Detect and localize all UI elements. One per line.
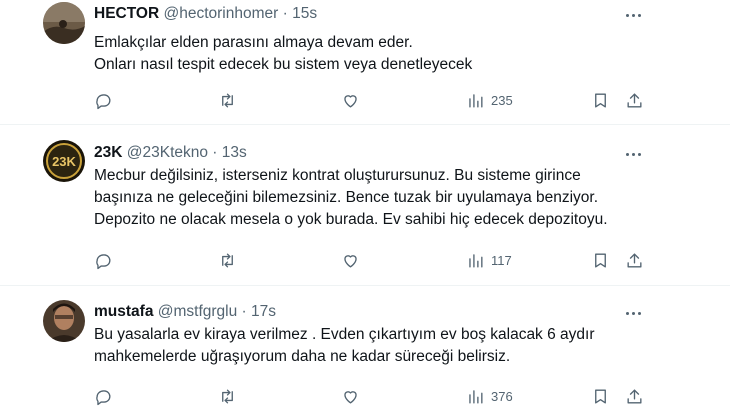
tweet-actions: 235 [90,88,650,112]
tweet-text: Bu yasalarla ev kiraya verilmez . Evden … [94,324,595,368]
bookmark-icon [595,252,606,268]
more-icon[interactable] [622,305,644,321]
more-icon[interactable] [622,7,644,23]
share-button[interactable] [625,384,644,408]
separator-dot: · [282,5,288,22]
share-button[interactable] [625,248,644,272]
share-button[interactable] [625,88,644,112]
retweet-icon [222,92,233,108]
retweet-button[interactable] [218,384,237,408]
views-icon [469,389,483,404]
timestamp[interactable]: 17s [251,303,276,320]
retweet-button[interactable] [218,88,237,112]
author-handle[interactable]: @23Ktekno [127,144,208,161]
avatar[interactable] [43,2,85,44]
tweet-actions: 117 [90,248,650,272]
author-name[interactable]: 23K [94,144,122,161]
tweet-header: mustafa @mstfgrglu · 17s [94,303,276,321]
tweet-actions: 376 [90,384,650,408]
tweet-text-line: Bu yasalarla ev kiraya verilmez . Evden … [94,326,595,343]
bookmark-icon [595,92,606,108]
bookmark-button[interactable] [591,248,610,272]
views-icon [469,93,483,108]
author-name[interactable]: HECTOR [94,5,159,22]
bookmark-icon [595,388,606,404]
tweet-text-line: Mecbur değilsiniz, isterseniz kontrat ol… [94,167,581,184]
views-icon [469,253,483,268]
share-icon [627,252,642,268]
author-name[interactable]: mustafa [94,303,153,320]
like-button[interactable] [341,88,360,112]
heart-icon [344,390,357,404]
timestamp[interactable]: 13s [222,144,247,161]
share-icon [627,92,642,108]
tweet-3[interactable]: mustafa @mstfgrglu · 17s Bu yasalarla ev… [0,286,730,420]
tweet-1[interactable]: HECTOR @hectorinhomer · 15s Emlakçılar e… [0,0,730,124]
separator-dot: · [212,144,218,161]
view-count: 235 [491,92,513,108]
reply-icon [96,389,111,405]
reply-icon [96,253,111,269]
tweet-text-line: mahkemelerde uğraşıyorum daha ne kadar s… [94,348,511,365]
svg-text:23K: 23K [52,154,76,169]
views-button[interactable]: 235 [466,88,513,112]
view-count: 117 [491,252,512,268]
tweet-text-line: başınıza ne geleceğini bilemezsiniz. Ben… [94,189,599,206]
heart-icon [344,94,357,108]
tweet-feed: HECTOR @hectorinhomer · 15s Emlakçılar e… [0,0,730,420]
share-icon [627,388,642,404]
heart-icon [344,254,357,268]
like-button[interactable] [341,248,360,272]
views-button[interactable]: 117 [466,248,512,272]
tweet-header: HECTOR @hectorinhomer · 15s [94,5,317,23]
reply-button[interactable] [94,384,113,408]
retweet-icon [222,252,233,268]
views-button[interactable]: 376 [466,384,513,408]
avatar[interactable] [43,300,85,342]
like-button[interactable] [341,384,360,408]
timestamp[interactable]: 15s [292,5,317,22]
avatar[interactable]: 23K [43,140,85,182]
separator-dot: · [241,303,247,320]
reply-icon [96,93,111,109]
tweet-text-line: Onları nasıl tespit edecek bu sistem vey… [94,56,473,73]
tweet-2[interactable]: 23K 23K @23Ktekno · 13s Mecbur değilsini… [0,125,730,285]
more-icon[interactable] [622,146,644,162]
view-count: 376 [491,388,513,404]
author-handle[interactable]: @hectorinhomer [163,5,278,22]
retweet-icon [222,388,233,404]
retweet-button[interactable] [218,248,237,272]
tweet-text: Mecbur değilsiniz, isterseniz kontrat ol… [94,165,608,231]
tweet-text: Emlakçılar elden parasını almaya devam e… [94,32,472,76]
bookmark-button[interactable] [591,384,610,408]
author-handle[interactable]: @mstfgrglu [158,303,237,320]
reply-button[interactable] [94,248,113,272]
tweet-text-line: Emlakçılar elden parasını almaya devam e… [94,34,413,51]
tweet-header: 23K @23Ktekno · 13s [94,144,247,162]
tweet-text-line: Depozito ne olacak mesela o yok burada. … [94,211,608,228]
reply-button[interactable] [94,88,113,112]
bookmark-button[interactable] [591,88,610,112]
